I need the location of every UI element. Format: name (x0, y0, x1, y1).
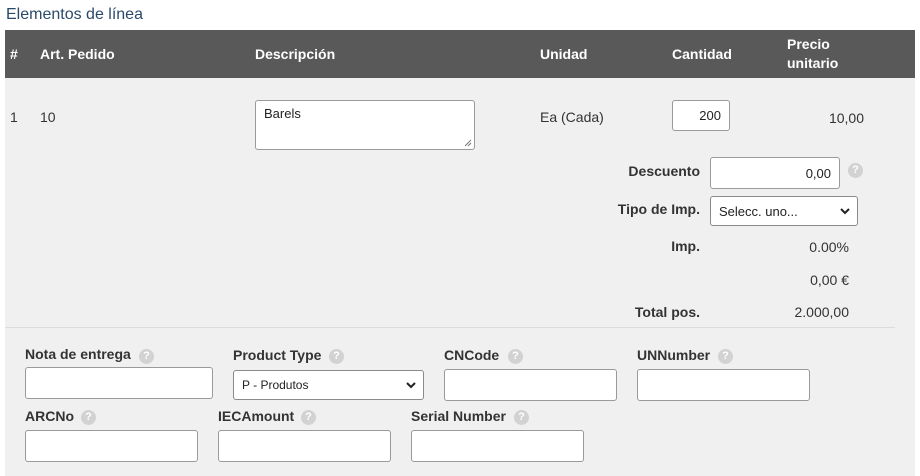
delivery-note-input[interactable] (25, 367, 213, 399)
tax-type-selected: Selecc. uno... (719, 203, 798, 219)
tax-type-select[interactable]: Selecc. uno... (710, 196, 858, 226)
cncode-input[interactable] (444, 369, 617, 401)
col-header-number: # (10, 46, 18, 62)
serial-number-label: Serial Number (411, 408, 506, 424)
section-title: Elementos de línea (6, 6, 143, 23)
col-header-precio-line2: unitario (787, 55, 839, 71)
unnumber-label: UNNumber (637, 347, 711, 363)
product-type-selected: P - Produtos (242, 378, 309, 392)
tax-type-label: Tipo de Imp. (617, 201, 700, 217)
help-icon[interactable]: ? (508, 349, 523, 364)
help-icon[interactable]: ? (81, 410, 96, 425)
help-icon[interactable]: ? (139, 349, 154, 364)
divider (5, 327, 895, 328)
cncode-label: CNCode (444, 347, 500, 363)
resize-grip-icon[interactable] (464, 139, 472, 147)
quantity-input[interactable] (672, 100, 730, 131)
line-art-pedido: 10 (40, 109, 56, 125)
help-icon[interactable]: ? (718, 349, 733, 364)
col-header-art-pedido: Art. Pedido (40, 46, 115, 62)
product-type-label: Product Type (233, 347, 322, 363)
iecamount-label: IECAmount (218, 408, 295, 424)
description-text: Barels (264, 106, 301, 121)
line-unit: Ea (Cada) (540, 109, 604, 125)
total-label: Total pos. (634, 304, 700, 320)
delivery-note-label: Nota de entrega (25, 346, 131, 362)
chevron-down-icon (840, 208, 850, 215)
iecamount-input[interactable] (218, 430, 391, 462)
col-header-unidad: Unidad (540, 46, 588, 62)
table-header (5, 30, 915, 78)
discount-input[interactable] (710, 157, 840, 189)
total-value: 2.000,00 (794, 304, 850, 320)
col-header-precio-line1: Precio (787, 36, 830, 52)
help-icon[interactable]: ? (301, 410, 316, 425)
product-type-select[interactable]: P - Produtos (233, 370, 424, 400)
col-header-descripcion: Descripción (255, 46, 336, 62)
col-header-cantidad: Cantidad (672, 46, 732, 62)
unit-price: 10,00 (828, 110, 864, 126)
description-textarea[interactable]: Barels (255, 100, 475, 150)
line-number: 1 (10, 109, 18, 125)
help-icon[interactable]: ? (329, 349, 344, 364)
tax-amount: 0,00 € (810, 272, 849, 288)
help-icon[interactable]: ? (848, 163, 863, 178)
serial-number-input[interactable] (411, 430, 584, 462)
tax-label: Imp. (671, 238, 700, 254)
arcno-input[interactable] (25, 430, 198, 462)
unnumber-input[interactable] (637, 369, 810, 401)
tax-percent: 0.00% (809, 239, 849, 255)
col-header-precio-unitario: Precio unitario (787, 35, 838, 73)
chevron-down-icon (406, 382, 416, 389)
help-icon[interactable]: ? (514, 410, 529, 425)
arcno-label: ARCNo (25, 408, 74, 424)
discount-label: Descuento (628, 163, 700, 179)
